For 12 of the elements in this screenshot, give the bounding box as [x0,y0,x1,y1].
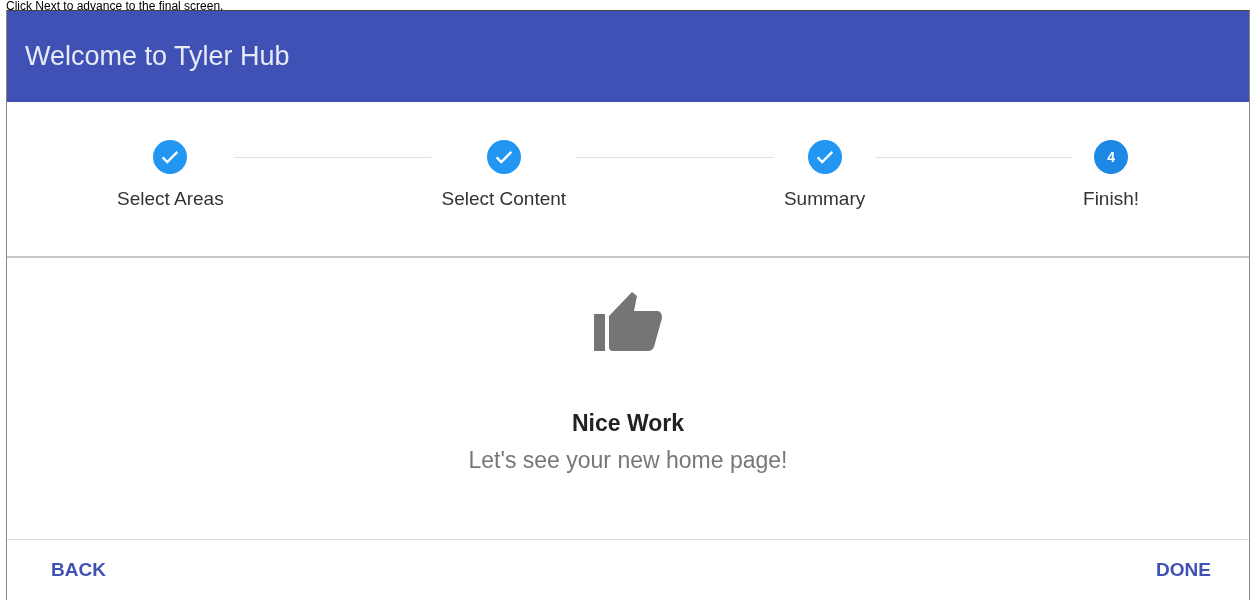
step-number: 4 [1094,140,1129,174]
back-button[interactable]: BACK [39,553,118,587]
step-label: Select Content [441,188,567,210]
done-button[interactable]: DONE [1144,553,1223,587]
thumbs-up-icon [594,290,662,352]
instruction-text: Click Next to advance to the final screen. [5,0,225,10]
step-label: Summary [783,188,866,210]
message-heading: Nice Work [571,410,685,437]
step-label: Finish! [1083,188,1139,210]
step-label: Select Areas [117,188,224,210]
dialog-title: Welcome to Tyler Hub [25,41,290,72]
message-text: Let's see your new home page! [468,447,788,474]
